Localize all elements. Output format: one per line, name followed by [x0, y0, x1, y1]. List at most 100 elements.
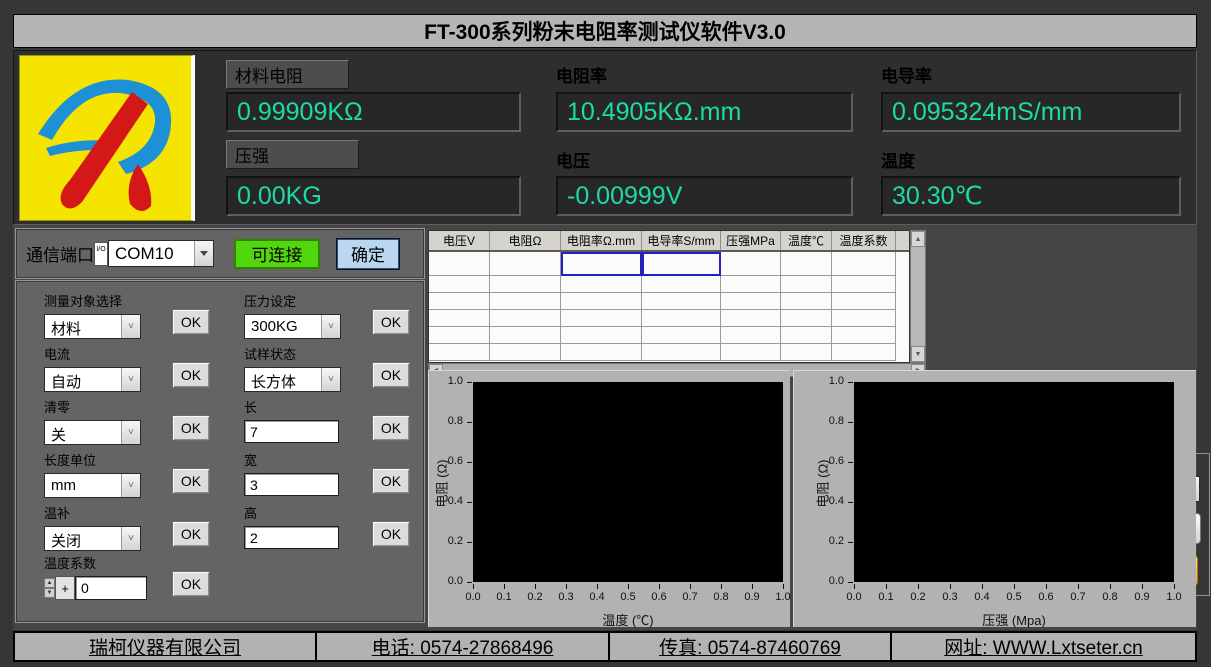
- table-cell[interactable]: [781, 344, 832, 361]
- zero-clear-dropdown-icon[interactable]: ˅: [121, 421, 140, 444]
- table-cell[interactable]: [781, 252, 832, 276]
- table-cell[interactable]: [721, 310, 781, 327]
- table-cell[interactable]: [561, 293, 642, 310]
- pressure-setting-ok-button[interactable]: OK: [372, 309, 410, 335]
- table-cell[interactable]: [429, 344, 490, 361]
- confirm-button[interactable]: 确定: [337, 239, 399, 269]
- table-cell[interactable]: [721, 293, 781, 310]
- scroll-up-icon[interactable]: ▲: [911, 231, 925, 247]
- table-cell[interactable]: [832, 344, 896, 361]
- table-cell[interactable]: [642, 310, 721, 327]
- connect-status-button[interactable]: 可连接: [234, 239, 320, 269]
- table-cell[interactable]: [561, 276, 642, 293]
- table-cell[interactable]: [642, 276, 721, 293]
- com-port-value: COM10: [109, 241, 194, 266]
- table-cell[interactable]: [429, 252, 490, 276]
- table-cell[interactable]: [832, 276, 896, 293]
- table-header-6[interactable]: 温度系数: [832, 231, 896, 250]
- measure-target-group: 测量对象选择材料˅: [44, 291, 141, 339]
- table-cell[interactable]: [832, 327, 896, 344]
- table-header-1[interactable]: 电阻Ω: [490, 231, 561, 250]
- length-unit-select[interactable]: mm˅: [44, 473, 141, 498]
- y-tickmark: [848, 582, 853, 583]
- table-cell[interactable]: [832, 310, 896, 327]
- temp-coefficient-input[interactable]: [75, 576, 147, 600]
- temp-compensation-dropdown-icon[interactable]: ˅: [121, 527, 140, 550]
- table-cell[interactable]: [561, 327, 642, 344]
- table-cell[interactable]: [561, 344, 642, 361]
- pressure-setting-select[interactable]: 300KG˅: [244, 314, 341, 339]
- measure-target-dropdown-icon[interactable]: ˅: [121, 315, 140, 338]
- table-cell[interactable]: [832, 252, 896, 276]
- table-header-0[interactable]: 电压V: [429, 231, 490, 250]
- sample-shape-ok-button[interactable]: OK: [372, 362, 410, 388]
- width-input[interactable]: [244, 473, 339, 496]
- y-tickmark: [848, 462, 853, 463]
- table-cell[interactable]: [832, 293, 896, 310]
- table-header-2[interactable]: 电阻率Ω.mm: [561, 231, 642, 250]
- length-unit-label: 长度单位: [44, 450, 141, 469]
- table-cell[interactable]: [561, 310, 642, 327]
- table-cell[interactable]: [781, 276, 832, 293]
- length-unit-ok-button[interactable]: OK: [172, 468, 210, 494]
- length-ok-button[interactable]: OK: [372, 415, 410, 441]
- height-ok-button[interactable]: OK: [372, 521, 410, 547]
- height-input[interactable]: [244, 526, 339, 549]
- scroll-down-icon[interactable]: ▼: [911, 346, 925, 362]
- sample-shape-select[interactable]: 长方体˅: [244, 367, 341, 392]
- table-cell[interactable]: [561, 252, 642, 276]
- current-select[interactable]: 自动˅: [44, 367, 141, 392]
- x-tick-label: 0.9: [1128, 591, 1156, 603]
- table-cell[interactable]: [490, 252, 561, 276]
- table-cell[interactable]: [490, 293, 561, 310]
- current-dropdown-icon[interactable]: ˅: [121, 368, 140, 391]
- table-cell[interactable]: [721, 252, 781, 276]
- current-ok-button[interactable]: OK: [172, 362, 210, 388]
- temp-coefficient-spinner[interactable]: ▲▼: [44, 578, 55, 598]
- y-tick-label: 0.2: [816, 535, 844, 547]
- table-cell[interactable]: [490, 276, 561, 293]
- y-tickmark: [467, 582, 472, 583]
- length-unit-dropdown-icon[interactable]: ˅: [121, 474, 140, 497]
- table-cell[interactable]: [642, 252, 721, 276]
- material-resistance-label: 材料电阻: [235, 62, 303, 87]
- table-cell[interactable]: [642, 327, 721, 344]
- table-cell[interactable]: [781, 310, 832, 327]
- zero-clear-ok-button[interactable]: OK: [172, 415, 210, 441]
- table-row: [429, 293, 909, 310]
- com-port-select[interactable]: COM10: [108, 240, 214, 267]
- table-cell[interactable]: [490, 310, 561, 327]
- table-header-3[interactable]: 电导率S/mm: [642, 231, 721, 250]
- spin-up-icon[interactable]: ▲: [44, 578, 55, 588]
- table-cell[interactable]: [490, 344, 561, 361]
- table-cell[interactable]: [429, 310, 490, 327]
- table-cell[interactable]: [429, 327, 490, 344]
- table-cell[interactable]: [721, 344, 781, 361]
- table-header-4[interactable]: 压强MPa: [721, 231, 781, 250]
- x-tickmark: [1078, 584, 1079, 589]
- temp-compensation-ok-button[interactable]: OK: [172, 521, 210, 547]
- table-cell[interactable]: [429, 293, 490, 310]
- table-cell[interactable]: [781, 327, 832, 344]
- table-cell[interactable]: [781, 293, 832, 310]
- table-vertical-scrollbar[interactable]: ▲ ▼: [910, 230, 926, 363]
- table-cell[interactable]: [490, 327, 561, 344]
- temp-compensation-select[interactable]: 关闭˅: [44, 526, 141, 551]
- spin-down-icon[interactable]: ▼: [44, 588, 55, 598]
- measure-target-ok-button[interactable]: OK: [172, 309, 210, 335]
- table-cell[interactable]: [429, 276, 490, 293]
- table-header-5[interactable]: 温度℃: [781, 231, 832, 250]
- zero-clear-select[interactable]: 关˅: [44, 420, 141, 445]
- temp-coefficient-ok-button[interactable]: OK: [172, 571, 210, 597]
- com-port-dropdown-icon[interactable]: [194, 241, 213, 266]
- table-cell[interactable]: [642, 293, 721, 310]
- x-tickmark: [783, 584, 784, 589]
- measure-target-select[interactable]: 材料˅: [44, 314, 141, 339]
- table-cell[interactable]: [721, 327, 781, 344]
- table-cell[interactable]: [642, 344, 721, 361]
- sample-shape-dropdown-icon[interactable]: ˅: [321, 368, 340, 391]
- length-input[interactable]: [244, 420, 339, 443]
- pressure-setting-dropdown-icon[interactable]: ˅: [321, 315, 340, 338]
- width-ok-button[interactable]: OK: [372, 468, 410, 494]
- table-cell[interactable]: [721, 276, 781, 293]
